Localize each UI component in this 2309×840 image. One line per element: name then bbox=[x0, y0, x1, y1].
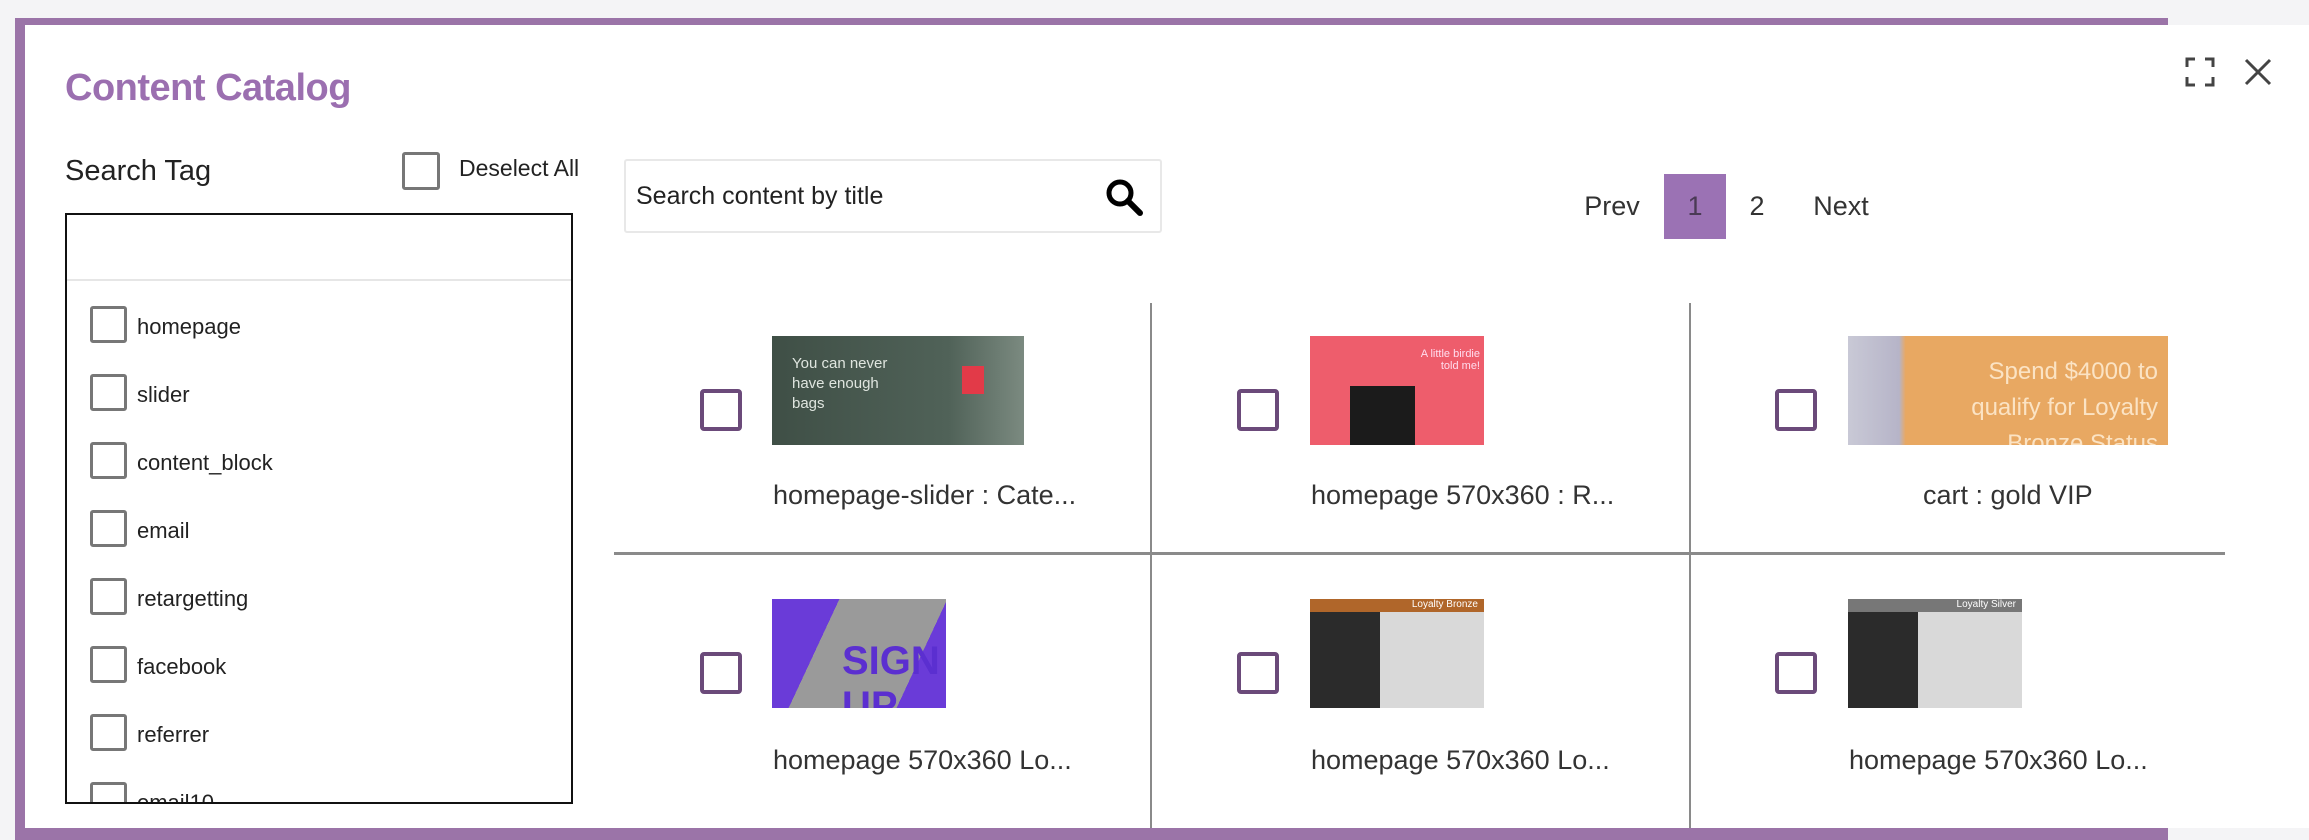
search-tag-label: Search Tag bbox=[65, 155, 212, 187]
grid-divider bbox=[1150, 303, 1152, 828]
content-title[interactable]: homepage 570x360 Lo... bbox=[1311, 745, 1610, 776]
expand-icon[interactable] bbox=[2185, 57, 2215, 87]
content-search-input[interactable] bbox=[636, 161, 1076, 231]
checkbox[interactable] bbox=[90, 442, 127, 479]
thumb-text: Loyalty Silver bbox=[1956, 599, 2016, 610]
content-title[interactable]: cart : gold VIP bbox=[1923, 480, 2093, 511]
thumb-text: SIGN UP TODAY 20% bbox=[842, 639, 940, 708]
tag-label: slider bbox=[137, 382, 190, 407]
content-thumbnail[interactable]: A little birdie told me! bbox=[1310, 336, 1484, 445]
checkbox[interactable] bbox=[90, 374, 127, 411]
content-checkbox[interactable] bbox=[700, 389, 742, 431]
next-page-button[interactable]: Next bbox=[1805, 174, 1877, 239]
tag-label: homepage bbox=[137, 314, 241, 339]
checkbox[interactable] bbox=[90, 782, 127, 802]
tag-item-email10[interactable]: email10 bbox=[67, 782, 571, 804]
content-title[interactable]: homepage 570x360 : R... bbox=[1311, 480, 1614, 511]
deselect-all-label[interactable]: Deselect All bbox=[459, 155, 579, 182]
modal-title: Content Catalog bbox=[65, 67, 351, 109]
thumb-text: A little birdie told me! bbox=[1420, 348, 1480, 372]
tag-item-slider[interactable]: slider bbox=[67, 374, 571, 414]
content-catalog-modal: Content Catalog Search Tag Deselect All … bbox=[25, 25, 2309, 828]
content-thumbnail[interactable]: Loyalty Silver bbox=[1848, 599, 2022, 708]
content-title[interactable]: homepage 570x360 Lo... bbox=[1849, 745, 2148, 776]
content-checkbox[interactable] bbox=[700, 652, 742, 694]
tag-item-email[interactable]: email bbox=[67, 510, 571, 550]
checkbox[interactable] bbox=[90, 714, 127, 751]
page-1-button[interactable]: 1 bbox=[1664, 174, 1726, 239]
tag-list: homepage slider content_block email reta… bbox=[65, 213, 573, 804]
deselect-all-checkbox[interactable] bbox=[402, 152, 440, 190]
tag-item-retargetting[interactable]: retargetting bbox=[67, 578, 571, 618]
thumb-text: You can never have enough bags bbox=[792, 355, 888, 412]
content-thumbnail[interactable]: Spend $4000 to qualify for Loyalty Bronz… bbox=[1848, 336, 2168, 445]
tag-search-input[interactable] bbox=[67, 215, 571, 281]
grid-divider bbox=[1689, 303, 1691, 828]
tag-item-referrer[interactable]: referrer bbox=[67, 714, 571, 754]
page-2-button[interactable]: 2 bbox=[1740, 174, 1774, 239]
tag-label: facebook bbox=[137, 654, 227, 679]
tag-item-content-block[interactable]: content_block bbox=[67, 442, 571, 482]
checkbox[interactable] bbox=[90, 646, 127, 683]
thumb-text: Loyalty Bronze bbox=[1411, 599, 1478, 610]
content-thumbnail[interactable]: You can never have enough bags bbox=[772, 336, 1024, 445]
tag-label: email bbox=[137, 518, 190, 543]
checkbox[interactable] bbox=[90, 510, 127, 547]
tag-label: email10 bbox=[137, 790, 215, 804]
content-checkbox[interactable] bbox=[1775, 652, 1817, 694]
content-thumbnail[interactable]: Loyalty Bronze bbox=[1310, 599, 1484, 708]
tag-label: referrer bbox=[137, 722, 210, 747]
content-search bbox=[624, 159, 1162, 233]
content-thumbnail[interactable]: SIGN UP TODAY 20% bbox=[772, 599, 946, 708]
thumb-text: Spend $4000 to qualify for Loyalty Bronz… bbox=[1971, 358, 2158, 445]
tag-item-facebook[interactable]: facebook bbox=[67, 646, 571, 686]
tag-label: retargetting bbox=[137, 586, 249, 611]
content-checkbox[interactable] bbox=[1775, 389, 1817, 431]
grid-divider bbox=[614, 552, 2225, 555]
search-icon[interactable] bbox=[1104, 177, 1144, 222]
checkbox[interactable] bbox=[90, 578, 127, 615]
checkbox[interactable] bbox=[90, 306, 127, 343]
prev-page-button[interactable]: Prev bbox=[1575, 174, 1649, 239]
tag-item-homepage[interactable]: homepage bbox=[67, 306, 571, 346]
content-title[interactable]: homepage-slider : Cate... bbox=[773, 480, 1076, 511]
close-icon[interactable] bbox=[2243, 57, 2273, 87]
content-title[interactable]: homepage 570x360 Lo... bbox=[773, 745, 1072, 776]
content-checkbox[interactable] bbox=[1237, 389, 1279, 431]
tag-label: content_block bbox=[137, 450, 273, 475]
content-checkbox[interactable] bbox=[1237, 652, 1279, 694]
